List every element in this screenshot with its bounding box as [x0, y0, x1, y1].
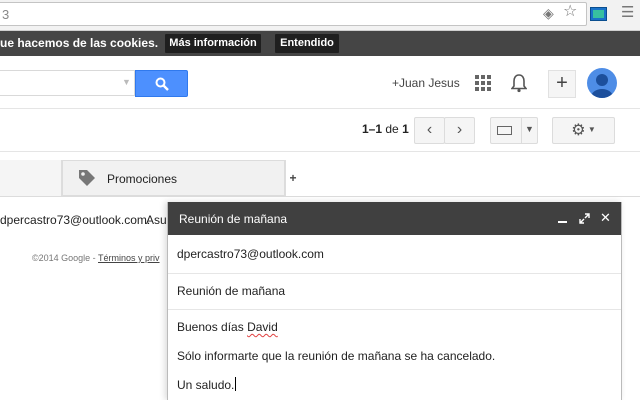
divider: [0, 108, 640, 109]
accept-cookies-button[interactable]: Entendido: [275, 34, 339, 53]
close-icon[interactable]: ✕: [600, 211, 611, 224]
expand-icon[interactable]: [579, 213, 590, 224]
body-line-signoff: Un saludo.: [177, 377, 237, 392]
tag-icon: [79, 170, 95, 186]
pager-total: 1: [402, 122, 409, 136]
settings-button[interactable]: ⚙ ▼: [552, 117, 615, 144]
body-line-message: Sólo informarte que la reunión de mañana…: [177, 349, 496, 363]
address-text: 3: [2, 7, 10, 22]
text-cursor: [235, 377, 237, 391]
extension-icon[interactable]: [590, 7, 607, 21]
gear-icon: ⚙: [571, 122, 586, 139]
newer-page-button[interactable]: ‹: [414, 117, 445, 144]
search-input[interactable]: ▼: [0, 70, 135, 96]
terms-link[interactable]: Términos y priv: [98, 253, 160, 263]
divider: [0, 196, 640, 197]
browser-toolbar: 3 ◈ ☆ ☰: [0, 0, 640, 31]
older-page-button[interactable]: ›: [444, 117, 475, 144]
chevron-down-icon[interactable]: ▼: [525, 124, 534, 134]
more-info-button[interactable]: Más información: [165, 34, 261, 53]
greeting-text: Buenos días: [177, 320, 248, 334]
chevron-right-icon: ›: [456, 121, 463, 138]
address-bar[interactable]: 3: [0, 2, 587, 26]
keyboard-icon: [497, 126, 512, 135]
divider: [521, 118, 522, 143]
footer: ©2014 Google - Términos y priv: [32, 253, 160, 263]
notifications-bell-icon[interactable]: [511, 73, 527, 93]
person-icon: [591, 74, 613, 98]
share-plus-button[interactable]: +: [548, 70, 576, 98]
tab-primary[interactable]: [0, 160, 62, 196]
chevron-left-icon: ‹: [426, 121, 433, 138]
search-button[interactable]: [135, 70, 188, 97]
compose-window: Reunión de mañana ✕ dpercastro73@outlook…: [167, 202, 622, 400]
recipient-field[interactable]: dpercastro73@outlook.com: [168, 237, 621, 274]
star-icon[interactable]: ☆: [563, 4, 577, 20]
body-line-greeting: Buenos días David: [177, 320, 278, 334]
avatar[interactable]: [587, 68, 617, 98]
subject-field[interactable]: Reunión de mañana: [168, 273, 621, 310]
recipient-value: dpercastro73@outlook.com: [177, 247, 324, 261]
search-options-icon[interactable]: ▼: [122, 77, 131, 87]
signoff-text: Un saludo.: [177, 378, 235, 392]
greeting-name: David: [247, 320, 278, 334]
stack-icon[interactable]: ◈: [543, 6, 554, 20]
input-tools-button[interactable]: ▼: [490, 117, 538, 144]
user-profile-link[interactable]: +Juan Jesus: [392, 76, 460, 90]
cookie-banner: ue hacemos de las cookies. Más informaci…: [0, 31, 640, 56]
menu-icon[interactable]: ☰: [621, 5, 634, 20]
compose-header[interactable]: Reunión de mañana ✕: [168, 202, 621, 235]
compose-title: Reunión de mañana: [179, 212, 288, 226]
divider: [0, 151, 640, 152]
tab-promotions[interactable]: Promociones: [62, 160, 285, 196]
add-tab-button[interactable]: +: [285, 160, 300, 196]
pager-range: 1–1: [362, 122, 383, 136]
message-body[interactable]: Buenos días David Sólo informarte que la…: [168, 310, 621, 400]
pagination-info: 1–1 de 1: [362, 122, 409, 136]
pager-of: de: [385, 122, 399, 136]
subject-value: Reunión de mañana: [177, 284, 286, 298]
cookie-text: ue hacemos de las cookies.: [0, 36, 159, 50]
apps-grid-icon[interactable]: [475, 75, 491, 91]
tab-label: Promociones: [107, 172, 178, 186]
copyright-text: ©2014 Google -: [32, 253, 99, 263]
chevron-down-icon: ▼: [585, 125, 596, 134]
search-icon: [155, 77, 169, 91]
email-row-sender[interactable]: dpercastro73@outlook.com.: [0, 213, 150, 227]
minimize-icon[interactable]: [558, 221, 567, 223]
